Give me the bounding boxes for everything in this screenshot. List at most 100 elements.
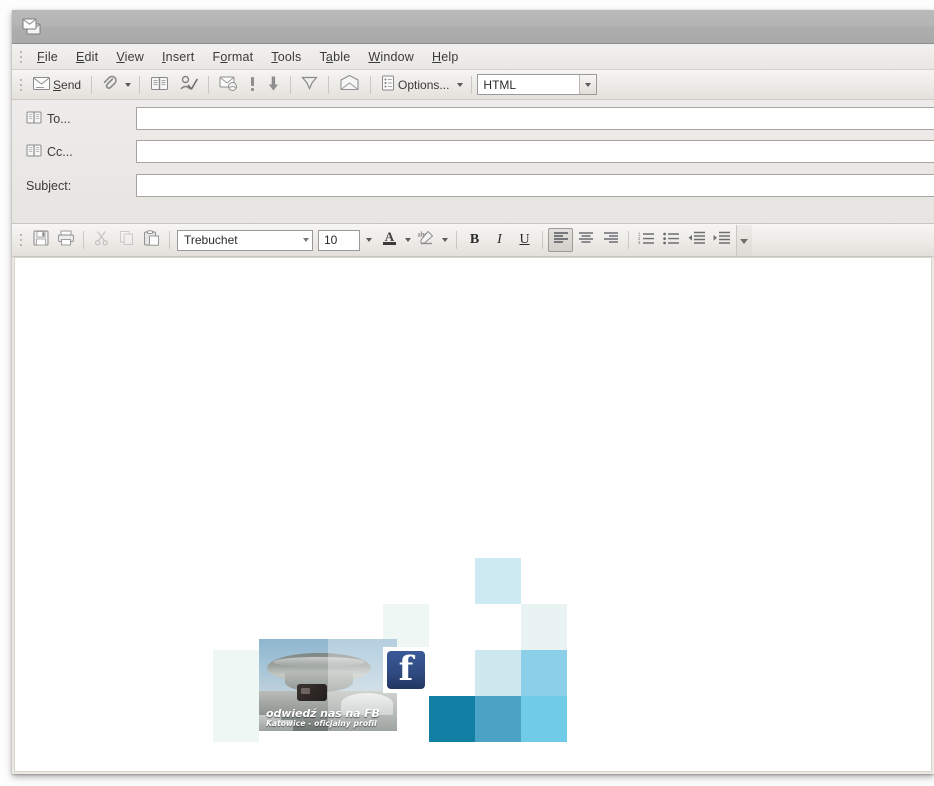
check-names-button[interactable] bbox=[174, 73, 203, 97]
font-size-combo[interactable]: 10 bbox=[318, 230, 360, 251]
subject-input[interactable] bbox=[137, 175, 934, 196]
options-dropdown-arrow[interactable] bbox=[457, 83, 463, 87]
address-book-icon bbox=[26, 111, 42, 127]
toolbar-grip[interactable] bbox=[16, 76, 25, 94]
screen: File Edit View Insert Format Tools Table… bbox=[0, 0, 934, 786]
send-label: Send bbox=[53, 78, 81, 92]
attach-dropdown-arrow[interactable] bbox=[125, 83, 131, 87]
signature-banner[interactable]: odwiedź nas na FB Katowice - oficjalny p… bbox=[213, 547, 569, 733]
font-color-button[interactable]: A bbox=[377, 228, 402, 252]
font-name-combo[interactable]: Trebuchet bbox=[177, 230, 313, 251]
menu-item-tools[interactable]: Tools bbox=[262, 47, 310, 67]
align-right-button[interactable] bbox=[598, 228, 623, 252]
cut-button[interactable] bbox=[89, 228, 114, 252]
toolbar-overflow-button[interactable] bbox=[736, 225, 752, 256]
follow-up-button[interactable] bbox=[214, 73, 243, 97]
save-icon bbox=[33, 230, 49, 251]
mosaic-tile bbox=[429, 696, 475, 742]
font-size-value: 10 bbox=[324, 233, 337, 247]
separator bbox=[169, 231, 170, 249]
cc-button[interactable]: Cc... bbox=[26, 140, 126, 164]
menubar-grip[interactable] bbox=[16, 48, 25, 66]
menu-item-format[interactable]: Format bbox=[203, 47, 262, 67]
font-size-dropdown-arrow[interactable] bbox=[366, 238, 372, 242]
to-row: To... bbox=[12, 102, 934, 136]
print-button[interactable] bbox=[53, 228, 78, 252]
italic-label: I bbox=[497, 232, 502, 248]
separator bbox=[628, 231, 629, 249]
menu-item-help[interactable]: Help bbox=[423, 47, 468, 67]
address-book-button[interactable] bbox=[145, 73, 174, 97]
to-field[interactable] bbox=[136, 107, 934, 130]
mosaic-tile bbox=[475, 650, 521, 696]
message-format-combo[interactable]: HTML bbox=[477, 74, 597, 95]
subject-row: Subject: bbox=[12, 169, 934, 203]
formatting-toolbar-grip[interactable] bbox=[16, 231, 25, 249]
message-format-dropdown-button[interactable] bbox=[579, 75, 596, 94]
formatting-toolbar: Trebuchet 10 A abc bbox=[12, 224, 934, 257]
paste-button[interactable] bbox=[139, 228, 164, 252]
italic-button[interactable]: I bbox=[487, 228, 512, 252]
separator bbox=[471, 76, 472, 94]
bullet-list-icon bbox=[663, 231, 680, 250]
facebook-logo[interactable]: f bbox=[383, 647, 429, 693]
underline-button[interactable]: U bbox=[512, 228, 537, 252]
subject-field[interactable] bbox=[136, 174, 934, 197]
menu-item-table[interactable]: Table bbox=[310, 47, 359, 67]
send-button[interactable]: Send bbox=[28, 73, 86, 97]
options-button[interactable]: Options... bbox=[376, 73, 454, 97]
message-body[interactable]: odwiedź nas na FB Katowice - oficjalny p… bbox=[14, 257, 932, 772]
cc-input[interactable] bbox=[137, 141, 934, 162]
separator bbox=[139, 76, 140, 94]
separator bbox=[83, 231, 84, 249]
align-right-icon bbox=[603, 231, 619, 250]
chevron-down-icon[interactable] bbox=[303, 238, 309, 242]
new-mail-message-icon bbox=[20, 16, 44, 38]
separator bbox=[542, 231, 543, 249]
menu-item-view[interactable]: View bbox=[107, 47, 153, 67]
font-color-dropdown-arrow[interactable] bbox=[405, 238, 411, 242]
bullet-list-button[interactable] bbox=[659, 228, 684, 252]
high-importance-button[interactable] bbox=[243, 73, 262, 97]
separator bbox=[290, 76, 291, 94]
decrease-indent-button[interactable] bbox=[684, 228, 709, 252]
options-icon bbox=[381, 75, 395, 94]
subject-label: Subject: bbox=[26, 179, 126, 193]
align-left-button[interactable] bbox=[548, 228, 573, 252]
flag-button[interactable] bbox=[296, 73, 323, 97]
attach-file-button[interactable] bbox=[97, 73, 122, 97]
increase-indent-button[interactable] bbox=[709, 228, 734, 252]
highlight-dropdown-arrow[interactable] bbox=[442, 238, 448, 242]
menu-bar: File Edit View Insert Format Tools Table… bbox=[12, 44, 934, 70]
save-button[interactable] bbox=[28, 228, 53, 252]
separator bbox=[91, 76, 92, 94]
cc-field[interactable] bbox=[136, 140, 934, 163]
separator bbox=[208, 76, 209, 94]
low-importance-button[interactable] bbox=[262, 73, 285, 97]
mosaic-tile bbox=[521, 696, 567, 742]
flag-icon bbox=[301, 75, 318, 94]
menu-item-file[interactable]: File bbox=[28, 47, 67, 67]
permission-button[interactable] bbox=[334, 73, 365, 97]
to-input[interactable] bbox=[137, 108, 934, 129]
facebook-letter: f bbox=[399, 652, 414, 686]
svg-text:3: 3 bbox=[638, 240, 641, 245]
copy-button[interactable] bbox=[114, 228, 139, 252]
cut-icon bbox=[94, 230, 109, 251]
decrease-indent-icon bbox=[688, 231, 706, 250]
facebook-icon: f bbox=[387, 651, 425, 689]
address-book-icon bbox=[150, 76, 169, 94]
message-header-area: To... Cc... bbox=[12, 100, 934, 224]
main-toolbar: Send bbox=[12, 70, 934, 100]
align-center-button[interactable] bbox=[573, 228, 598, 252]
highlight-button[interactable]: abc bbox=[414, 228, 439, 252]
highlight-icon: abc bbox=[417, 229, 436, 251]
bold-button[interactable]: B bbox=[462, 228, 487, 252]
numbered-list-button[interactable]: 1 2 3 bbox=[634, 228, 659, 252]
menu-item-insert[interactable]: Insert bbox=[153, 47, 203, 67]
to-button[interactable]: To... bbox=[26, 107, 126, 131]
menu-item-edit[interactable]: Edit bbox=[67, 47, 107, 67]
menu-item-window[interactable]: Window bbox=[359, 47, 423, 67]
title-bar[interactable] bbox=[12, 10, 934, 44]
separator bbox=[370, 76, 371, 94]
